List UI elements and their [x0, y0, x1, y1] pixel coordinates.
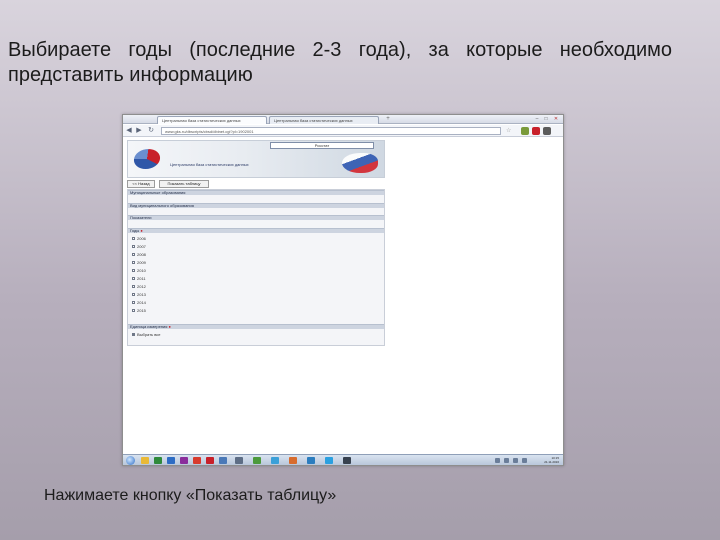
- year-option[interactable]: 2009: [132, 260, 146, 265]
- unit-label-text: Единица измерения: [130, 324, 168, 329]
- section-header: [128, 215, 384, 220]
- year-option[interactable]: 2013: [132, 292, 146, 297]
- browser-tab[interactable]: Центральная база статистических данных: [269, 116, 379, 124]
- year-label: 2009: [137, 260, 146, 265]
- address-bar[interactable]: www.gks.ru/dbscripts/cbsd/dbinet.cgi?pl=…: [161, 127, 501, 135]
- unit-label: Единица измерения ●: [130, 324, 171, 329]
- slide-caption: Нажимаете кнопку «Показать таблицу»: [44, 487, 337, 504]
- year-label: 2008: [137, 252, 146, 257]
- years-label: Годы ●: [130, 228, 143, 233]
- navigation-bar: ◀ ▶ ↻ www.gks.ru/dbscripts/cbsd/dbinet.c…: [123, 125, 563, 137]
- web-page: Центральная база статистических данных Р…: [123, 138, 563, 456]
- extension-icon[interactable]: [532, 127, 540, 135]
- windows-taskbar: 10:15 21.11.2016: [123, 454, 563, 465]
- excel-icon[interactable]: [154, 457, 162, 464]
- year-label: 2014: [137, 300, 146, 305]
- volume-icon[interactable]: [522, 458, 527, 463]
- checkbox[interactable]: [132, 269, 135, 273]
- checkbox[interactable]: [132, 293, 135, 297]
- word-icon[interactable]: [167, 457, 175, 464]
- menu-icon[interactable]: [543, 127, 551, 135]
- checkbox[interactable]: [132, 277, 135, 281]
- clock-date: 21.11.2016: [544, 460, 559, 464]
- app-icon[interactable]: [219, 457, 227, 464]
- minimize-icon[interactable]: –: [533, 116, 541, 122]
- year-option[interactable]: 2011: [132, 276, 146, 281]
- app-icon[interactable]: [180, 457, 188, 464]
- year-label: 2007: [137, 244, 146, 249]
- tray-icon[interactable]: [495, 458, 500, 463]
- russia-map-icon: [342, 153, 378, 173]
- media-icon[interactable]: [235, 457, 243, 464]
- checkbox[interactable]: [132, 285, 135, 289]
- clock[interactable]: 10:15 21.11.2016: [544, 456, 559, 464]
- maximize-icon[interactable]: □: [542, 116, 550, 122]
- checkbox[interactable]: [132, 261, 135, 265]
- tray-icon[interactable]: [504, 458, 509, 463]
- site-title: Центральная база статистических данных: [170, 162, 249, 167]
- checkbox[interactable]: [132, 253, 135, 257]
- back-button[interactable]: << Назад: [127, 180, 155, 188]
- pdf-icon[interactable]: [206, 457, 214, 464]
- network-icon[interactable]: [513, 458, 518, 463]
- new-tab-icon[interactable]: +: [383, 116, 393, 124]
- year-label: 2015: [137, 308, 146, 313]
- slide-title: Выбираете годы (последние 2-3 года), за …: [8, 39, 672, 86]
- show-table-button[interactable]: Показать таблицу: [159, 180, 209, 188]
- yandex-icon[interactable]: [193, 457, 201, 464]
- year-option[interactable]: 2012: [132, 284, 146, 289]
- checkbox[interactable]: [132, 245, 135, 249]
- year-option[interactable]: 2007: [132, 244, 146, 249]
- year-label: 2012: [137, 284, 146, 289]
- year-option[interactable]: 2010: [132, 268, 146, 273]
- year-option[interactable]: 2008: [132, 252, 146, 257]
- ie-icon[interactable]: [271, 457, 279, 464]
- app-icon[interactable]: [343, 457, 351, 464]
- app-icon[interactable]: [307, 457, 315, 464]
- app-icon[interactable]: [289, 457, 297, 464]
- checkbox[interactable]: [132, 301, 135, 305]
- tab-bar: Центральная база статистических данных Ц…: [123, 115, 563, 124]
- browser-screenshot: Центральная база статистических данных Ц…: [122, 114, 564, 466]
- banner-link[interactable]: Росстат: [270, 142, 374, 149]
- browser-tab[interactable]: Центральная база статистических данных: [157, 116, 267, 124]
- year-option[interactable]: 2015: [132, 308, 146, 313]
- button-row: << Назад Показать таблицу: [127, 180, 385, 188]
- unit-option[interactable]: Выбрать все: [132, 332, 161, 337]
- checkbox-checked[interactable]: [132, 333, 135, 337]
- checkbox[interactable]: [132, 237, 135, 241]
- year-label: 2013: [137, 292, 146, 297]
- explorer-icon[interactable]: [141, 457, 149, 464]
- year-label: 2010: [137, 268, 146, 273]
- site-header: Центральная база статистических данных Р…: [127, 140, 385, 178]
- pie-chart-logo-icon: [132, 149, 162, 169]
- extension-icon[interactable]: [521, 127, 529, 135]
- year-label: 2011: [137, 276, 146, 281]
- bookmark-star-icon[interactable]: ☆: [506, 127, 511, 135]
- unit-option-label: Выбрать все: [137, 332, 161, 337]
- reload-icon[interactable]: ↻: [147, 127, 155, 135]
- chrome-icon[interactable]: [253, 457, 261, 464]
- required-icon: ●: [168, 324, 171, 329]
- year-label: 2006: [137, 236, 146, 241]
- close-icon[interactable]: ✕: [552, 116, 560, 122]
- section-label: Показатели: [130, 215, 152, 220]
- years-label-text: Годы: [130, 228, 140, 233]
- required-icon: ●: [140, 228, 143, 233]
- section-header: [128, 228, 384, 233]
- skype-icon[interactable]: [325, 457, 333, 464]
- start-button-icon[interactable]: [126, 456, 135, 465]
- selection-form: Муниципальные образования Вид муниципаль…: [127, 189, 385, 346]
- checkbox[interactable]: [132, 309, 135, 313]
- section-label: Муниципальные образования: [130, 190, 186, 195]
- section-label: Вид муниципального образования: [130, 203, 194, 208]
- year-option[interactable]: 2014: [132, 300, 146, 305]
- year-option[interactable]: 2006: [132, 236, 146, 241]
- forward-icon[interactable]: ▶: [135, 127, 143, 135]
- back-icon[interactable]: ◀: [125, 127, 133, 135]
